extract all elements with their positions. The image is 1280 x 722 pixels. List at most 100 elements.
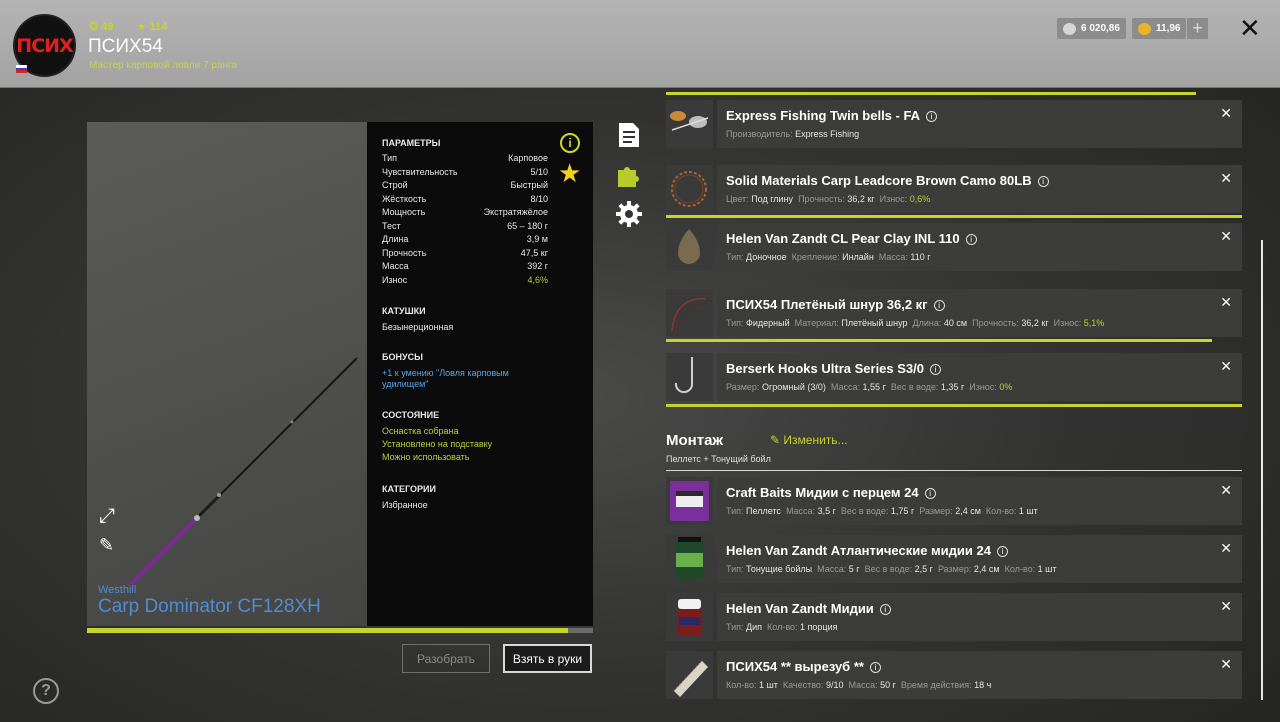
item-title-text: ПСИХ54 ** вырезуб ** — [726, 659, 864, 674]
prop-value: 40 см — [943, 318, 968, 328]
list-item[interactable]: Helen Van Zandt Мидии i Тип: Дип Кол-во: 1 … — [666, 593, 1242, 641]
bonus-value: +1 к умению "Ловля карповым удилищем" — [382, 368, 509, 389]
leadcore-thumbnail-icon — [666, 165, 713, 213]
param-label: Мощность — [382, 207, 426, 217]
bonus-title: БОНУСЫ — [382, 352, 423, 362]
prop-value: 1 порция — [800, 622, 838, 632]
montage-edit-button[interactable]: ✎ Изменить... — [770, 433, 848, 447]
groundbait-tube-thumbnail-icon — [666, 651, 713, 699]
param-value: 392 г — [527, 261, 548, 271]
remove-item-button[interactable]: ✕ — [1220, 105, 1232, 122]
gear-icon[interactable] — [616, 201, 642, 227]
prop-label: Время действия: — [900, 680, 972, 690]
info-icon[interactable]: i — [926, 111, 938, 122]
param-value: 4,6% — [527, 274, 548, 285]
param-value: Карповое — [508, 153, 548, 163]
prop-value: 110 г — [910, 252, 931, 262]
favorite-star-icon[interactable]: ★ — [558, 160, 581, 186]
prop-value: 36,2 кг — [1021, 318, 1049, 328]
item-title: Helen Van Zandt Мидии i — [726, 601, 891, 616]
prop-label: Износ: — [1053, 318, 1082, 328]
list-item[interactable]: ПСИХ54 ** вырезуб ** i Кол-во: 1 шт Качеств… — [666, 651, 1242, 699]
prop-label: Тип: — [726, 252, 744, 262]
profile-header: ПСИХ ✪ 49 ★ 114 ПСИХ54 Мастер карповой л… — [0, 0, 1280, 88]
param-value: 8/10 — [530, 193, 548, 204]
pencil-icon[interactable]: ✎ — [99, 535, 114, 556]
prop-value: Тонущие бойлы — [746, 564, 813, 574]
list-item[interactable]: Express Fishing Twin bells - FA i Производ… — [666, 100, 1242, 148]
scrollbar[interactable] — [1261, 240, 1263, 700]
param-label: Прочность — [382, 247, 427, 258]
list-item[interactable]: Helen Van Zandt CL Pear Clay INL 110 i Тип… — [666, 223, 1242, 271]
param-label: Тест — [382, 220, 401, 231]
document-icon[interactable] — [616, 122, 642, 148]
pellet-tub-thumbnail-icon — [666, 477, 713, 525]
prop-value: 0,6% — [909, 194, 931, 204]
info-icon[interactable]: i — [930, 364, 941, 375]
gold-value: 11,96 — [1156, 23, 1181, 34]
info-icon[interactable]: i — [869, 662, 881, 673]
remove-item-button[interactable]: ✕ — [1220, 656, 1232, 673]
list-item[interactable]: Craft Baits Мидии с перцем 24 i Тип: Пелле… — [666, 477, 1242, 525]
help-icon[interactable]: ? — [33, 678, 59, 704]
remove-item-button[interactable]: ✕ — [1220, 540, 1232, 557]
param-row: Износ 4,6% — [382, 275, 548, 285]
item-title-text: Helen Van Zandt Атлантические мидии 24 — [726, 543, 991, 558]
montage-subtitle: Пеллетс + Тонущий бойл — [666, 454, 771, 464]
item-properties: Тип: Фидерный Материал: Плетёный шнур Длин… — [726, 318, 1109, 328]
prop-label: Размер: — [937, 564, 972, 574]
categories-title: КАТЕГОРИИ — [382, 484, 436, 494]
list-item[interactable]: ПСИХ54 Плетёный шнур 36,2 кг i Тип: Фидерн… — [666, 289, 1242, 337]
info-icon[interactable]: i — [560, 133, 580, 153]
info-icon[interactable]: i — [1037, 176, 1049, 187]
item-wear-bar — [666, 92, 1196, 95]
prop-label: Тип: — [726, 318, 744, 328]
remove-item-button[interactable]: ✕ — [1220, 170, 1232, 187]
expand-icon[interactable]: ⤢ — [99, 505, 115, 528]
remove-item-button[interactable]: ✕ — [1220, 598, 1232, 615]
param-row: Тип Карповое — [382, 153, 548, 163]
info-icon[interactable]: i — [996, 546, 1008, 557]
take-in-hands-button[interactable]: Взять в руки — [503, 644, 592, 673]
item-properties: Тип: Доночное Крепление: Инлайн Масса: 110… — [726, 252, 936, 262]
item-body: Express Fishing Twin bells - FA i Производ… — [717, 100, 1242, 148]
prop-label: Вес в воде: — [864, 564, 913, 574]
remove-item-button[interactable]: ✕ — [1220, 358, 1232, 375]
params-title: ПАРАМЕТРЫ — [382, 138, 441, 148]
prop-label: Масса: — [785, 506, 816, 516]
close-button[interactable]: ✕ — [1239, 14, 1261, 42]
prop-value: Доночное — [746, 252, 787, 262]
prop-label: Качество: — [782, 680, 824, 690]
item-properties: Тип: Тонущие бойлы Масса: 5 г Вес в воде: … — [726, 564, 1061, 574]
silver-value: 6 020,86 — [1081, 23, 1120, 34]
buy-gold-button[interactable]: + — [1187, 18, 1208, 39]
item-properties: Тип: Дип Кол-во: 1 порция — [726, 622, 843, 632]
param-label: Строй — [382, 180, 408, 190]
state-value-2: Установлено на подставку — [382, 439, 493, 449]
remove-item-button[interactable]: ✕ — [1220, 228, 1232, 245]
list-item[interactable]: Berserk Hooks Ultra Series S3/0 i Размер: … — [666, 353, 1242, 401]
prop-label: Материал: — [794, 318, 839, 328]
info-icon[interactable]: i — [879, 604, 891, 615]
puzzle-icon[interactable] — [616, 162, 642, 188]
reels-title: КАТУШКИ — [382, 306, 426, 316]
disassemble-button[interactable]: Разобрать — [402, 644, 490, 673]
list-item[interactable]: Helen Van Zandt Атлантические мидии 24 i Т… — [666, 535, 1242, 583]
info-icon[interactable]: i — [924, 488, 936, 499]
prop-label: Производитель: — [726, 129, 793, 139]
item-title-text: Berserk Hooks Ultra Series S3/0 — [726, 361, 924, 376]
item-title: Helen Van Zandt Атлантические мидии 24 i — [726, 543, 1008, 558]
info-icon[interactable]: i — [965, 234, 977, 245]
remove-item-button[interactable]: ✕ — [1220, 482, 1232, 499]
remove-item-button[interactable]: ✕ — [1220, 294, 1232, 311]
prop-value: Express Fishing — [795, 129, 860, 139]
prop-label: Вес в воде: — [840, 506, 889, 516]
prop-label: Кол-во: — [985, 506, 1017, 516]
rod-wear-progress — [87, 628, 593, 633]
item-body: Craft Baits Мидии с перцем 24 i Тип: Пелле… — [717, 477, 1242, 525]
item-title-text: ПСИХ54 Плетёный шнур 36,2 кг — [726, 297, 928, 312]
item-body: ПСИХ54 Плетёный шнур 36,2 кг i Тип: Фидерн… — [717, 289, 1242, 337]
list-item[interactable]: Solid Materials Carp Leadcore Brown Camo… — [666, 165, 1242, 213]
info-icon[interactable]: i — [933, 300, 945, 311]
prop-value: 1 шт — [759, 680, 778, 690]
